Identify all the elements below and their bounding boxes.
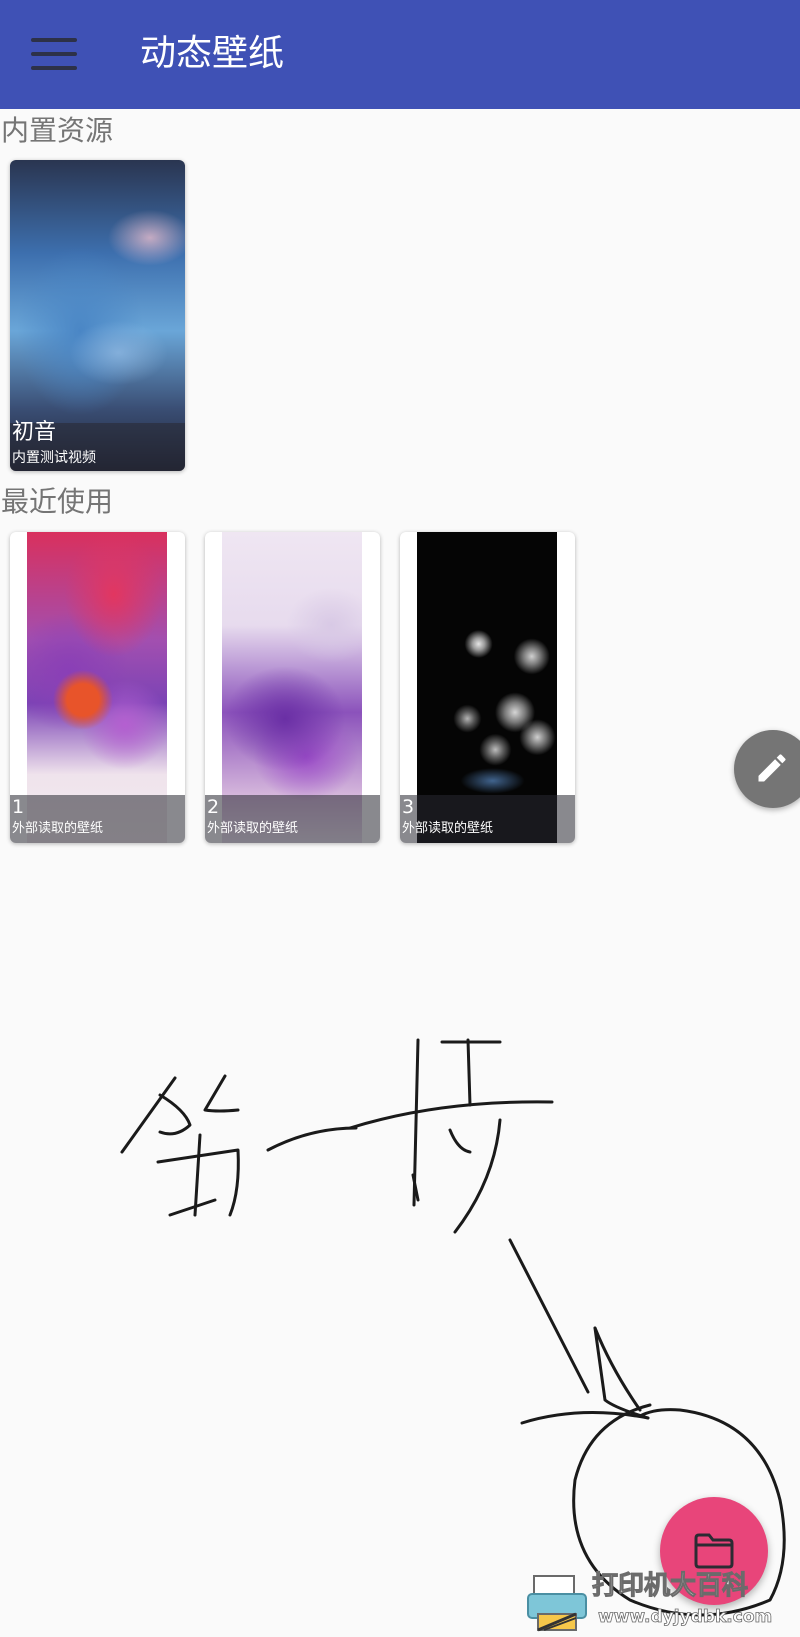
folder-icon bbox=[694, 1533, 734, 1569]
wallpaper-name: 初音 bbox=[12, 420, 57, 445]
wallpaper-description: 外部读取的壁纸 bbox=[207, 821, 299, 836]
printer-logo-icon bbox=[527, 1575, 587, 1632]
section-heading-recent: 最近使用 bbox=[1, 485, 114, 518]
section-heading-builtin: 内置资源 bbox=[1, 114, 114, 147]
wallpaper-description: 内置测试视频 bbox=[12, 450, 96, 466]
card-caption: 初音 内置测试视频 bbox=[10, 420, 185, 471]
card-caption: 1 外部读取的壁纸 bbox=[10, 795, 185, 843]
wallpaper-name: 1 bbox=[12, 796, 25, 818]
wallpaper-description: 外部读取的壁纸 bbox=[12, 821, 104, 836]
wallpaper-card-recent-3[interactable]: 3 外部读取的壁纸 bbox=[400, 532, 575, 843]
pencil-icon bbox=[758, 754, 786, 782]
card-caption: 3 外部读取的壁纸 bbox=[400, 795, 575, 843]
app-bar: 动态壁纸 bbox=[0, 0, 800, 109]
wallpaper-card-recent-1[interactable]: 1 外部读取的壁纸 bbox=[10, 532, 185, 843]
wallpaper-card-recent-2[interactable]: 2 外部读取的壁纸 bbox=[205, 532, 380, 843]
edit-button[interactable] bbox=[734, 730, 800, 808]
wallpaper-description: 外部读取的壁纸 bbox=[402, 821, 494, 836]
watermark-title: 打印机大百科 bbox=[591, 1571, 749, 1602]
wallpaper-name: 2 bbox=[207, 796, 220, 818]
wallpaper-card-builtin-1[interactable]: 初音 内置测试视频 bbox=[10, 160, 185, 471]
wallpaper-name: 3 bbox=[402, 796, 415, 818]
menu-button[interactable] bbox=[28, 34, 82, 74]
watermark: 打印机大百科 www.dyjydbk.com bbox=[520, 1570, 800, 1637]
watermark-url: www.dyjydbk.com bbox=[598, 1607, 773, 1628]
app-bar-title: 动态壁纸 bbox=[140, 33, 285, 74]
card-caption: 2 外部读取的壁纸 bbox=[205, 795, 380, 843]
